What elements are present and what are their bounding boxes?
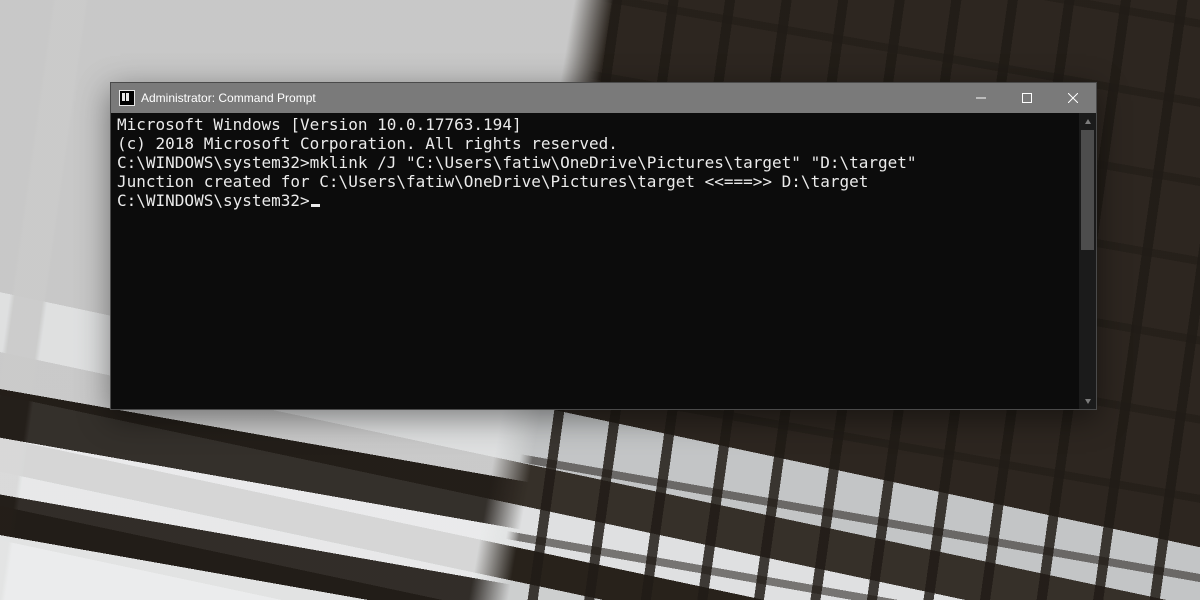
banner-line: Microsoft Windows [Version 10.0.17763.19… <box>117 115 1075 134</box>
titlebar-drag-area[interactable] <box>316 83 958 113</box>
command-text: mklink /J "C:\Users\fatiw\OneDrive\Pictu… <box>310 153 917 172</box>
window-controls <box>958 83 1096 113</box>
console-output[interactable]: Microsoft Windows [Version 10.0.17763.19… <box>111 113 1079 409</box>
command-prompt-window: Administrator: Command Prompt Microsoft … <box>110 82 1097 410</box>
prompt-path: C:\WINDOWS\system32> <box>117 153 310 172</box>
vertical-scrollbar[interactable] <box>1079 113 1096 409</box>
maximize-button[interactable] <box>1004 83 1050 113</box>
cmd-icon <box>119 90 135 106</box>
text-cursor <box>311 204 320 207</box>
scroll-down-button[interactable] <box>1079 392 1096 409</box>
titlebar[interactable]: Administrator: Command Prompt <box>111 83 1096 113</box>
scroll-thumb[interactable] <box>1081 130 1094 250</box>
prompt-line: C:\WINDOWS\system32> <box>117 191 1075 210</box>
console-client-area: Microsoft Windows [Version 10.0.17763.19… <box>111 113 1096 409</box>
banner-line: (c) 2018 Microsoft Corporation. All righ… <box>117 134 1075 153</box>
minimize-button[interactable] <box>958 83 1004 113</box>
command-line: C:\WINDOWS\system32>mklink /J "C:\Users\… <box>117 153 1075 172</box>
scroll-up-button[interactable] <box>1079 113 1096 130</box>
window-title: Administrator: Command Prompt <box>141 91 316 105</box>
prompt-path: C:\WINDOWS\system32> <box>117 191 310 210</box>
close-button[interactable] <box>1050 83 1096 113</box>
output-line: Junction created for C:\Users\fatiw\OneD… <box>117 172 1075 191</box>
